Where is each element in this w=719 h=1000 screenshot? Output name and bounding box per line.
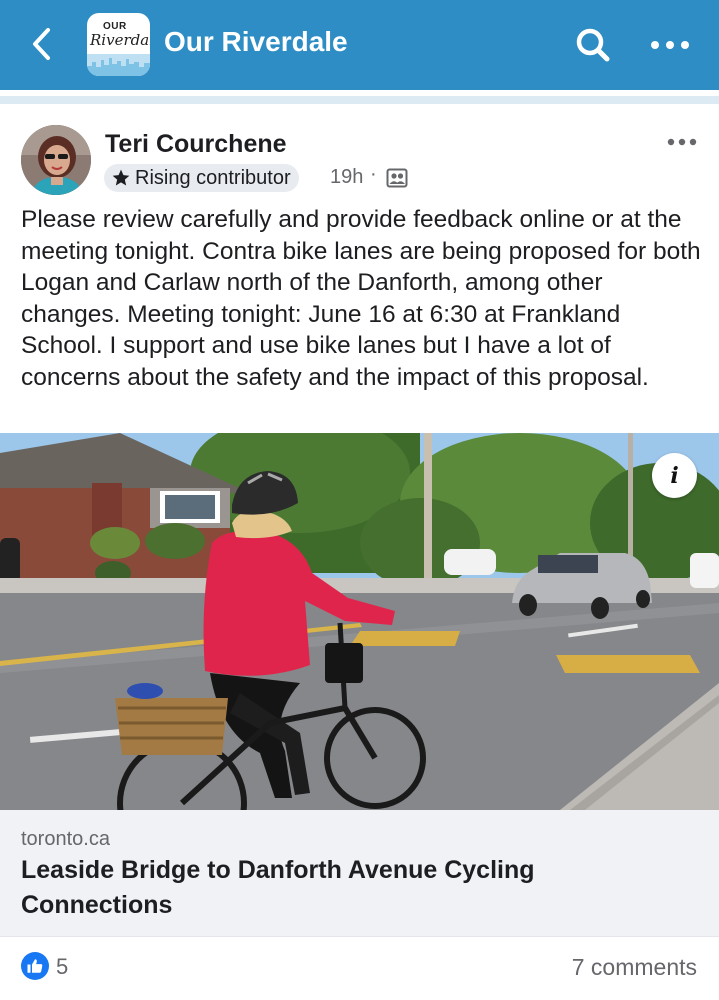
more-horizontal-icon — [651, 41, 689, 49]
comments-count[interactable]: 7 comments — [572, 954, 697, 981]
post-options-button[interactable] — [660, 128, 704, 156]
like-count[interactable]: 5 — [56, 954, 68, 980]
meta-separator: · — [370, 163, 377, 185]
avatar-photo — [21, 125, 91, 195]
header-more-button[interactable] — [645, 28, 695, 62]
skyline-graphic — [87, 54, 150, 76]
group-audience-icon — [386, 168, 408, 188]
link-title[interactable]: Leaside Bridge to Danforth Avenue Cyclin… — [21, 853, 661, 923]
search-button[interactable] — [572, 24, 614, 66]
footer-divider — [0, 936, 719, 937]
link-domain: toronto.ca — [21, 828, 110, 850]
author-name[interactable]: Teri Courchene — [105, 130, 287, 159]
cyclist-street-photo — [0, 433, 719, 810]
logo-text-script: Riverdale — [90, 31, 150, 49]
like-reaction-button[interactable] — [21, 952, 49, 980]
thumbs-up-icon — [27, 959, 43, 973]
search-icon — [576, 28, 610, 62]
post-body-text: Please review carefully and provide feed… — [21, 206, 701, 391]
badge-label: Rising contributor — [135, 166, 291, 189]
contributor-badge[interactable]: Rising contributor — [104, 164, 299, 192]
back-button[interactable] — [22, 24, 62, 64]
image-info-button[interactable]: i — [652, 453, 697, 498]
author-avatar[interactable] — [21, 125, 91, 195]
group-logo[interactable]: OUR Riverdale — [87, 13, 150, 76]
group-header-bar: OUR Riverdale Our Riverdale — [0, 0, 719, 90]
more-horizontal-icon — [667, 138, 697, 146]
link-preview-image[interactable] — [0, 433, 719, 810]
star-icon — [112, 169, 130, 186]
chevron-left-icon — [33, 28, 50, 60]
post-timestamp[interactable]: 19h — [330, 166, 363, 189]
header-divider — [0, 90, 719, 106]
info-icon: i — [670, 462, 679, 489]
group-title[interactable]: Our Riverdale — [164, 26, 348, 58]
